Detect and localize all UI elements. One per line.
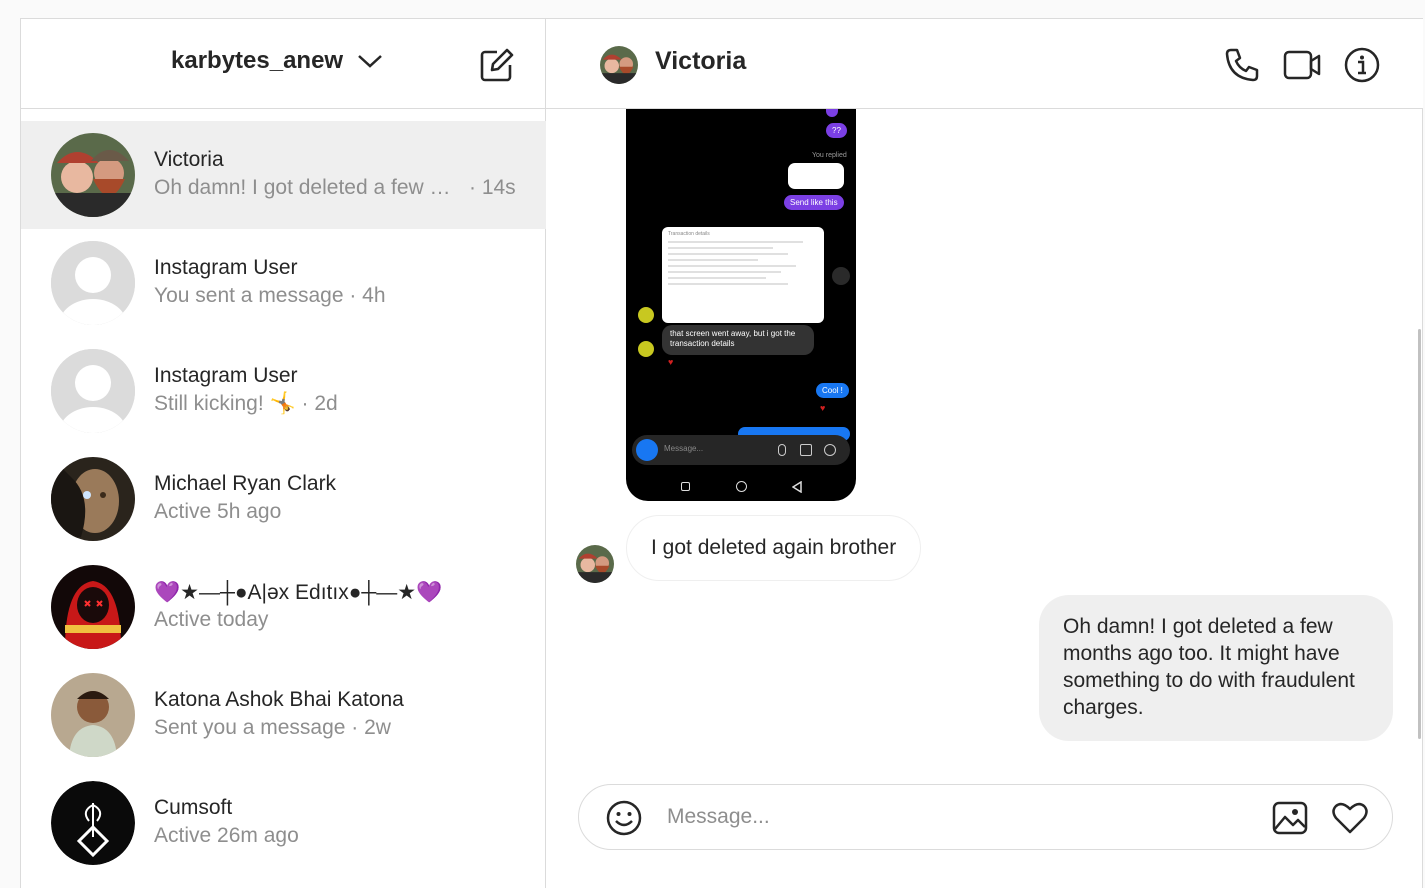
info-icon[interactable] <box>1343 46 1381 84</box>
avatar <box>51 241 135 325</box>
thread-name: Victoria <box>154 148 224 171</box>
thread-preview: Active 5h ago <box>154 500 282 523</box>
thread-preview: Still kicking! 🤸 · 2d <box>154 392 338 415</box>
avatar <box>51 349 135 433</box>
heart-icon[interactable] <box>1331 799 1369 837</box>
thread-name: Cumsoft <box>154 796 233 819</box>
thread-item[interactable]: Cumsoft Active 26m ago <box>21 769 546 877</box>
incoming-message-bubble[interactable]: I got deleted again brother <box>626 515 922 581</box>
thread-list: Victoria Oh damn! I got deleted a few … … <box>21 121 546 877</box>
mini-home-icon <box>736 481 747 492</box>
phone-icon[interactable] <box>1223 46 1261 84</box>
avatar <box>51 673 135 757</box>
mini-heart-reaction: ♥ <box>820 403 826 413</box>
thread-name: Michael Ryan Clark <box>154 472 337 495</box>
thread-item[interactable]: Instagram User You sent a message · 4h <box>21 229 546 337</box>
thread-item[interactable]: Michael Ryan Clark Active 5h ago <box>21 445 546 553</box>
thread-time: · 14s <box>469 176 516 199</box>
mini-bubble-qq: ?? <box>826 123 847 138</box>
mini-transaction-card: Transaction details <box>662 227 824 323</box>
mini-back-icon <box>792 481 802 493</box>
sender-avatar[interactable] <box>576 545 614 583</box>
mini-you-replied: You replied <box>812 152 847 159</box>
mini-recents-icon <box>681 482 690 491</box>
thread-name: 💜★—┼●A|əx Edıtıx●┼—★💜 <box>154 581 443 604</box>
inbox-header: karbytes_anew <box>21 19 546 109</box>
mini-transaction-header: Transaction details <box>668 231 710 237</box>
outgoing-message-bubble[interactable]: Oh damn! I got deleted a few months ago … <box>1039 595 1393 741</box>
conversation-header: Victoria <box>546 19 1423 109</box>
shared-screenshot-image[interactable]: ?? You replied Send like this Transactio… <box>626 109 856 501</box>
thread-item[interactable]: Victoria Oh damn! I got deleted a few … … <box>21 121 546 229</box>
contact-avatar[interactable] <box>600 46 638 84</box>
thread-preview: Sent you a message · 2w <box>154 716 391 739</box>
mini-avatar <box>638 341 654 357</box>
account-username: karbytes_anew <box>171 47 344 74</box>
conversation-panel: Victoria ?? You replied Send like this T… <box>546 19 1423 888</box>
mini-bubble-purple <box>826 109 838 117</box>
mini-gray-bubble: that screen went away, but i got the tra… <box>662 325 814 355</box>
thread-preview: Active today <box>154 608 269 631</box>
message-composer <box>578 784 1393 850</box>
account-switcher[interactable]: karbytes_anew <box>171 47 383 75</box>
thread-preview: Oh damn! I got deleted a few … <box>154 176 451 199</box>
mini-heart-reaction: ♥ <box>668 357 674 367</box>
mini-message-placeholder: Message... <box>664 444 704 453</box>
thread-name: Instagram User <box>154 256 298 279</box>
avatar <box>51 457 135 541</box>
mini-share-icon <box>832 267 850 285</box>
avatar <box>51 781 135 865</box>
image-upload-icon[interactable] <box>1271 799 1309 837</box>
mini-camera-icon <box>636 439 658 461</box>
thread-preview: Active 26m ago <box>154 824 299 847</box>
thread-name: Katona Ashok Bhai Katona <box>154 688 404 711</box>
inbox-panel: karbytes_anew Victoria Oh damn! I got de… <box>21 19 546 888</box>
avatar <box>51 565 135 649</box>
emoji-icon[interactable] <box>605 799 643 837</box>
thread-preview: You sent a message · 4h <box>154 284 386 307</box>
new-message-icon[interactable] <box>479 47 515 83</box>
thread-item[interactable]: Katona Ashok Bhai Katona Sent you a mess… <box>21 661 546 769</box>
mini-avatar <box>638 307 654 323</box>
conversation-scrollbar[interactable] <box>1418 329 1421 739</box>
avatar <box>51 133 135 217</box>
mini-mic-icon <box>778 444 786 456</box>
video-call-icon[interactable] <box>1283 46 1321 84</box>
contact-name[interactable]: Victoria <box>655 47 746 76</box>
message-input[interactable] <box>667 797 1247 837</box>
messenger-window: karbytes_anew Victoria Oh damn! I got de… <box>20 18 1423 888</box>
mini-quoted-reply <box>788 163 844 189</box>
mini-composer: Message... <box>632 435 850 465</box>
mini-bubble-send-like-this: Send like this <box>784 195 844 210</box>
mini-sticker-icon <box>824 444 836 456</box>
thread-item[interactable]: Instagram User Still kicking! 🤸 · 2d <box>21 337 546 445</box>
thread-name: Instagram User <box>154 364 298 387</box>
mini-bubble-cool: Cool ! <box>816 383 849 398</box>
thread-item[interactable]: 💜★—┼●A|əx Edıtıx●┼—★💜 Active today <box>21 553 546 661</box>
mini-gallery-icon <box>800 444 812 456</box>
chevron-down-icon <box>358 55 382 68</box>
